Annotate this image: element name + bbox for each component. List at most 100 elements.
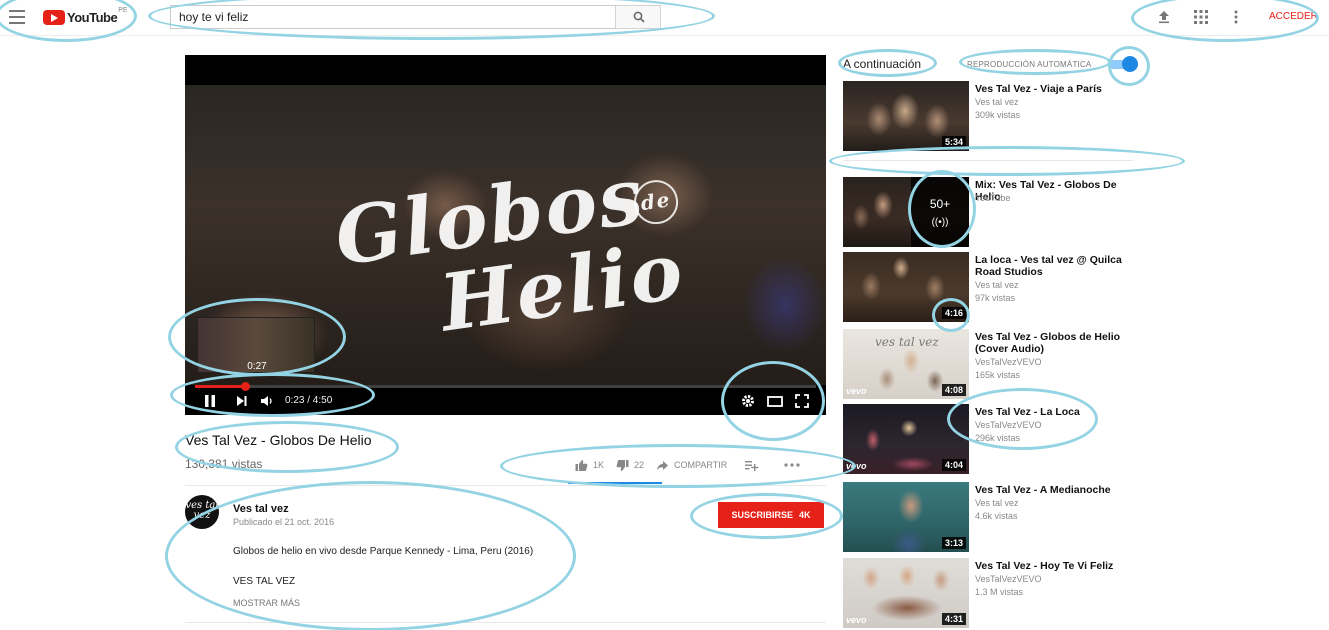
- dislike-button[interactable]: 22: [616, 459, 644, 472]
- publish-date: Publicado el 21 oct. 2016: [233, 517, 335, 527]
- related-video[interactable]: 5:34 Ves Tal Vez - Viaje a París Ves tal…: [843, 81, 1143, 151]
- related-video[interactable]: vevo 4:31 Ves Tal Vez - Hoy Te Vi Feliz …: [843, 558, 1143, 628]
- video-duration: 5:34: [941, 136, 966, 148]
- related-video-channel: Ves tal vez: [975, 97, 1019, 107]
- channel-avatar[interactable]: ves tal vez: [185, 495, 219, 529]
- video-duration: 3:13: [941, 537, 966, 549]
- autoplay-label: REPRODUCCIÓN AUTOMÁTICA: [967, 60, 1092, 69]
- like-button[interactable]: 1K: [575, 459, 604, 472]
- related-video-channel: YouTube: [975, 193, 1011, 203]
- video-actions: 1K 22 COMPARTIR: [575, 458, 817, 472]
- related-video-views: 4.6k vistas: [975, 511, 1018, 521]
- related-video[interactable]: 4:16 La loca - Ves tal vez @ Quilca Road…: [843, 252, 1143, 322]
- video-thumbnail[interactable]: vevo 4:31: [843, 558, 969, 628]
- share-arrow-icon: [657, 460, 669, 470]
- description-text: Globos de helio en vivo desde Parque Ken…: [233, 546, 534, 557]
- masthead: YouTube PE hoy te vi feliz ACCEDER: [0, 0, 1329, 36]
- settings-gear-icon[interactable]: [740, 393, 758, 409]
- upload-icon[interactable]: [1156, 9, 1172, 25]
- youtube-logo[interactable]: YouTube PE: [43, 7, 128, 25]
- thumbnail-text: ves tal vez: [875, 335, 939, 349]
- related-video-views: 1.3 M vistas: [975, 587, 1024, 597]
- video-player[interactable]: Globos de Helio 0:27 0:23 / 4:50: [185, 55, 826, 415]
- theater-mode-icon[interactable]: [766, 393, 784, 409]
- related-video[interactable]: vevo 4:04 Ves Tal Vez - La Loca VesTalVe…: [843, 404, 1143, 474]
- pause-icon[interactable]: [203, 393, 221, 409]
- vevo-logo: vevo: [846, 386, 867, 396]
- play-logo-icon: [43, 9, 65, 25]
- progress-bar[interactable]: [195, 382, 816, 391]
- thumbs-up-icon: [575, 459, 588, 471]
- search-icon: [633, 11, 645, 23]
- related-video-channel: Ves tal vez: [975, 280, 1019, 290]
- share-label: COMPARTIR: [674, 460, 728, 470]
- video-thumbnail[interactable]: 4:16: [843, 252, 969, 322]
- logo-text: YouTube: [67, 9, 118, 25]
- video-title-overlay: Globos de Helio: [330, 150, 690, 358]
- subscribe-button[interactable]: SUSCRIBIRSE 4K: [718, 502, 824, 528]
- related-video-channel: VesTalVezVEVO: [975, 574, 1042, 584]
- mix-video-count: 50+: [929, 197, 951, 211]
- related-video[interactable]: 3:13 Ves Tal Vez - A Medianoche Ves tal …: [843, 482, 1143, 552]
- scrub-preview-thumbnail: 0:27: [197, 317, 315, 373]
- volume-icon[interactable]: [259, 393, 277, 409]
- add-to-playlist-icon: [745, 460, 759, 471]
- search-button[interactable]: [615, 5, 661, 29]
- channel-name[interactable]: Ves tal vez: [233, 503, 289, 515]
- related-video-title: Ves Tal Vez - Globos de Helio (Cover Aud…: [975, 331, 1121, 355]
- related-video-title: Ves Tal Vez - A Medianoche: [975, 484, 1111, 496]
- fullscreen-icon[interactable]: [794, 393, 812, 409]
- share-button[interactable]: COMPARTIR: [656, 459, 727, 472]
- related-video-views: 97k vistas: [975, 293, 1016, 303]
- vevo-logo: vevo: [846, 615, 867, 625]
- description-line: VES TAL VEZ: [233, 576, 296, 587]
- video-thumbnail[interactable]: 5:34: [843, 81, 969, 151]
- autoplay-toggle[interactable]: [1108, 56, 1138, 72]
- add-to-playlist-button[interactable]: [745, 459, 764, 472]
- related-video-views: 296k vistas: [975, 433, 1021, 443]
- next-icon[interactable]: [235, 393, 253, 409]
- related-video-title: Ves Tal Vez - Hoy Te Vi Feliz: [975, 560, 1114, 572]
- video-duration: 4:08: [941, 384, 966, 396]
- video-title: Ves Tal Vez - Globos De Helio: [185, 432, 372, 448]
- video-thumbnail[interactable]: 50+ ((•)): [843, 177, 969, 247]
- related-video-views: 165k vistas: [975, 370, 1021, 380]
- video-thumbnail[interactable]: 3:13: [843, 482, 969, 552]
- related-video[interactable]: 50+ ((•)) Mix: Ves Tal Vez - Globos De H…: [843, 177, 1143, 247]
- preview-time: 0:27: [247, 361, 267, 372]
- divider: [185, 622, 826, 623]
- more-actions-button[interactable]: [784, 462, 805, 468]
- related-video-title: La loca - Ves tal vez @ Quilca Road Stud…: [975, 254, 1122, 278]
- show-more-button[interactable]: MOSTRAR MÁS: [233, 598, 300, 608]
- divider: [185, 485, 826, 486]
- video-thumbnail[interactable]: ves tal vez vevo 4:08: [843, 329, 969, 399]
- like-count: 1K: [593, 460, 605, 470]
- apps-grid-icon[interactable]: [1193, 9, 1209, 25]
- vevo-logo: vevo: [846, 461, 867, 471]
- related-video-channel: Ves tal vez: [975, 498, 1019, 508]
- related-video-channel: VesTalVezVEVO: [975, 357, 1042, 367]
- related-video-title: Ves Tal Vez - La Loca: [975, 406, 1080, 418]
- thumbs-down-icon: [616, 459, 629, 471]
- video-duration: 4:16: [941, 307, 966, 319]
- video-thumbnail[interactable]: vevo 4:04: [843, 404, 969, 474]
- progress-scrubber[interactable]: [240, 382, 250, 391]
- related-video-channel: VesTalVezVEVO: [975, 420, 1042, 430]
- toggle-knob: [1122, 56, 1138, 72]
- divider: [843, 160, 1133, 161]
- related-video-views: 309k vistas: [975, 110, 1021, 120]
- subscriber-count: 4K: [799, 510, 811, 520]
- sign-in-button[interactable]: ACCEDER: [1269, 11, 1318, 22]
- related-video[interactable]: ves tal vez vevo 4:08 Ves Tal Vez - Glob…: [843, 329, 1143, 399]
- more-vert-icon[interactable]: [1228, 9, 1244, 25]
- up-next-heading: A continuación: [843, 57, 922, 71]
- subscribe-label: SUSCRIBIRSE: [731, 510, 793, 520]
- mix-overlay: 50+ ((•)): [911, 177, 969, 247]
- dislike-count: 22: [634, 460, 645, 470]
- more-horiz-icon: [784, 463, 800, 467]
- view-count: 130,381 vistas: [185, 457, 263, 471]
- menu-icon[interactable]: [9, 10, 25, 24]
- logo-country: PE: [118, 7, 128, 14]
- mix-radio-icon: ((•)): [931, 217, 949, 228]
- search-input[interactable]: hoy te vi feliz: [170, 5, 616, 29]
